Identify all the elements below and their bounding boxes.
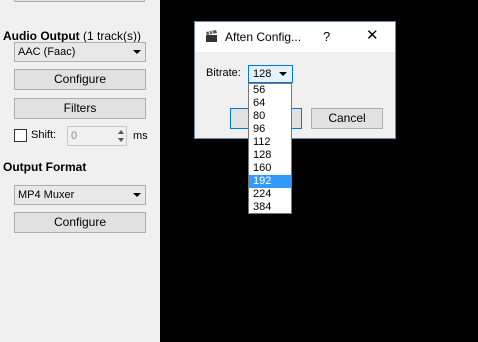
left-panel: Audio Output (1 track(s)) AAC (Faac) Con…: [0, 0, 160, 342]
bitrate-option[interactable]: 112: [249, 136, 291, 149]
top-button-stub[interactable]: [14, 0, 145, 2]
bitrate-option[interactable]: 224: [249, 188, 291, 201]
chevron-down-icon: [133, 50, 141, 54]
chevron-down-icon: [133, 193, 141, 197]
shift-unit: ms: [133, 130, 148, 142]
bitrate-option[interactable]: 64: [249, 97, 291, 110]
audio-codec-select[interactable]: AAC (Faac): [14, 42, 146, 62]
muxer-select[interactable]: MP4 Muxer: [14, 185, 146, 205]
aften-config-dialog: Aften Config... ? ✕ Bitrate: 128 Cancel: [194, 21, 396, 139]
bitrate-dropdown-list: 56 64 80 96 112 128 160 192 224 384: [248, 83, 292, 214]
audio-output-heading: Audio Output (1 track(s)): [3, 29, 141, 43]
close-button[interactable]: ✕: [366, 28, 379, 43]
bitrate-option[interactable]: 192: [249, 175, 291, 188]
clapperboard-icon: [206, 30, 217, 42]
output-format-heading: Output Format: [3, 160, 87, 174]
help-button[interactable]: ?: [323, 29, 330, 44]
dialog-title: Aften Config...: [225, 30, 302, 44]
bitrate-select[interactable]: 128: [248, 65, 293, 83]
bitrate-option[interactable]: 160: [249, 162, 291, 175]
shift-label: Shift:: [31, 129, 57, 141]
bitrate-option[interactable]: 384: [249, 201, 291, 214]
spin-down-icon[interactable]: [118, 138, 124, 142]
shift-checkbox[interactable]: [14, 129, 27, 142]
bitrate-option[interactable]: 96: [249, 123, 291, 136]
cancel-button[interactable]: Cancel: [311, 108, 383, 129]
shift-value: 0: [71, 130, 78, 142]
bitrate-option[interactable]: 56: [249, 84, 291, 97]
bitrate-option[interactable]: 128: [249, 149, 291, 162]
chevron-down-icon: [279, 72, 287, 76]
muxer-value: MP4 Muxer: [18, 189, 75, 201]
bitrate-value: 128: [253, 68, 272, 80]
bitrate-option[interactable]: 80: [249, 110, 291, 123]
shift-spinbox[interactable]: 0: [67, 126, 127, 146]
audio-codec-value: AAC (Faac): [18, 46, 76, 58]
audio-filters-button[interactable]: Filters: [14, 98, 146, 119]
audio-configure-button[interactable]: Configure: [14, 69, 146, 90]
spin-up-icon[interactable]: [118, 130, 124, 134]
format-configure-button[interactable]: Configure: [14, 212, 146, 233]
bitrate-label: Bitrate:: [206, 67, 241, 79]
dialog-titlebar[interactable]: Aften Config... ? ✕: [195, 22, 395, 52]
